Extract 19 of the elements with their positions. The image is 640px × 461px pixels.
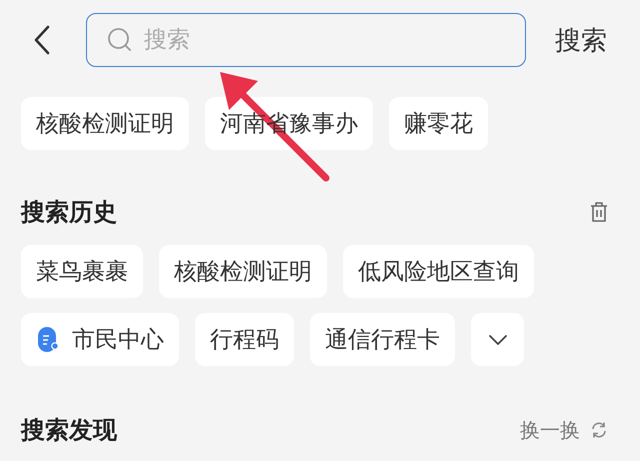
history-chip[interactable]: 低风险地区查询	[343, 245, 534, 298]
suggestion-chip[interactable]: 赚零花	[389, 97, 488, 150]
back-icon[interactable]	[33, 25, 51, 55]
search-field[interactable]: 搜索	[86, 13, 526, 67]
history-chip[interactable]: 行程码	[195, 313, 294, 366]
history-chip[interactable]: 通信行程卡	[310, 313, 455, 366]
history-chip[interactable]: 菜鸟裹裹	[21, 245, 143, 298]
history-chip[interactable]: 核酸检测证明	[159, 245, 327, 298]
search-icon	[107, 27, 133, 53]
trash-icon[interactable]	[590, 201, 608, 223]
refresh-button[interactable]: 换一换	[520, 416, 608, 444]
chevron-icon	[488, 334, 508, 346]
search-button[interactable]: 搜索	[555, 22, 607, 58]
app-icon	[36, 326, 60, 354]
history-chip[interactable]: 市民中心	[21, 313, 179, 366]
suggestion-chip[interactable]: 核酸检测证明	[21, 97, 189, 150]
refresh-icon	[590, 421, 608, 439]
section-title: 搜索发现	[21, 415, 117, 446]
section-title: 搜索历史	[21, 197, 117, 228]
